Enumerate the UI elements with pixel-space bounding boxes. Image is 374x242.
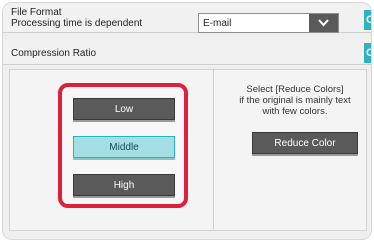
reduce-color-info: Select [Reduce Colors] if the original i… (225, 84, 365, 117)
compression-label: Compression Ratio (11, 48, 97, 59)
reduce-color-button[interactable]: Reduce Color (252, 132, 358, 154)
settings-screen: File Format Processing time is dependent… (2, 2, 372, 240)
info-line-2: if the original is mainly text (239, 95, 351, 106)
high-button[interactable]: High (73, 174, 175, 196)
info-line-3: with few colors. (262, 106, 328, 117)
file-format-note: Processing time is dependent (11, 18, 143, 29)
info-line-1: Select [Reduce Colors] (246, 84, 344, 95)
dropdown-button[interactable] (309, 14, 338, 32)
file-format-title: File Format (11, 7, 62, 18)
compression-row: Compression Ratio OK (3, 39, 371, 65)
panel-divider (213, 70, 214, 230)
middle-button[interactable]: Middle (73, 136, 175, 158)
ok-button-file-format[interactable]: OK (364, 10, 371, 30)
file-format-value: E-mail (203, 18, 232, 29)
compression-panel: Low Middle High Select [Reduce Colors] i… (9, 69, 367, 231)
low-button[interactable]: Low (73, 98, 175, 120)
chevron-down-icon (318, 19, 329, 27)
file-format-select[interactable]: E-mail (198, 13, 339, 33)
ok-button-compression[interactable]: OK (364, 43, 371, 63)
compression-options-group: Low Middle High (58, 83, 188, 208)
file-format-row: File Format Processing time is dependent… (3, 3, 371, 33)
file-format-label: File Format Processing time is dependent (11, 7, 142, 29)
